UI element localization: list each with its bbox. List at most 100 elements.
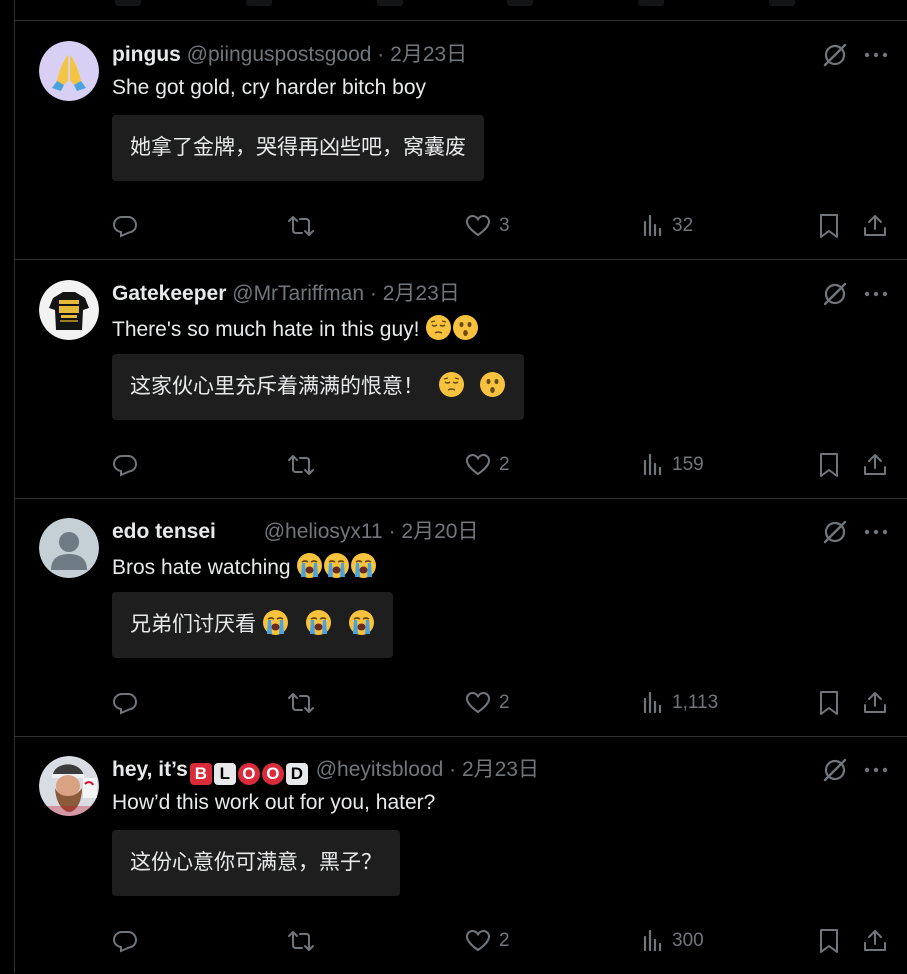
views-button[interactable]: 300 <box>642 925 704 957</box>
grok-icon[interactable] <box>821 756 849 784</box>
relieved-face-emoji <box>438 372 464 397</box>
repost-button[interactable] <box>287 687 315 719</box>
post-header: hey, it’s BLOOD @heyitsblood · 2月23日 <box>112 757 539 785</box>
like-icon <box>465 691 491 714</box>
separator: · <box>369 282 377 305</box>
post-text: How’d this work out for you, hater? <box>112 790 435 816</box>
share-button[interactable] <box>862 687 888 719</box>
repost-icon <box>288 693 314 713</box>
post-header: edo tensei @heliosyx11 · 2月20日 <box>112 519 478 545</box>
translation-text: 兄弟们讨厌看 <box>130 613 256 636</box>
repost-button[interactable] <box>287 925 315 957</box>
avatar[interactable] <box>39 280 99 340</box>
like-icon <box>465 453 491 476</box>
reply-post[interactable]: Gatekeeper @MrTariffman · 2月23日 There's … <box>15 260 907 499</box>
like-icon <box>465 929 491 952</box>
views-icon <box>643 214 662 237</box>
display-name[interactable]: edo tensei <box>112 520 216 543</box>
loudly-crying-face-emoji <box>262 610 288 635</box>
share-button[interactable] <box>862 449 888 481</box>
like-count: 2 <box>499 930 510 951</box>
translation-box: 这家伙心里充斥着满满的恨意！ <box>112 354 524 420</box>
translation-text: 这份心意你可满意，黑子？ <box>130 851 382 874</box>
view-count: 159 <box>672 454 704 475</box>
loudly-crying-face-emoji <box>305 610 331 635</box>
repost-icon <box>288 931 314 951</box>
timeline: pingus @piinguspostsgood · 2月23日 She got… <box>14 0 907 973</box>
post-date[interactable]: 2月20日 <box>401 520 478 543</box>
post-date[interactable]: 2月23日 <box>383 282 460 305</box>
bookmark-icon <box>820 691 838 715</box>
reply-button[interactable] <box>112 449 138 481</box>
views-button[interactable]: 32 <box>642 210 693 242</box>
reply-button[interactable] <box>112 210 138 242</box>
bookmark-button[interactable] <box>817 687 841 719</box>
post-header: Gatekeeper @MrTariffman · 2月23日 <box>112 281 460 307</box>
grok-icon[interactable] <box>821 280 849 308</box>
grok-icon[interactable] <box>821 41 849 69</box>
display-name[interactable]: Gatekeeper <box>112 282 226 305</box>
share-icon <box>864 930 886 951</box>
share-button[interactable] <box>862 210 888 242</box>
user-handle[interactable]: @heliosyx11 <box>264 520 383 543</box>
post-header: pingus @piinguspostsgood · 2月23日 <box>112 42 467 68</box>
avatar[interactable] <box>39 518 99 578</box>
letter-badge: L <box>213 763 236 785</box>
more-icon[interactable] <box>863 280 889 308</box>
bookmark-button[interactable] <box>817 925 841 957</box>
reply-post[interactable]: pingus @piinguspostsgood · 2月23日 She got… <box>15 21 907 260</box>
post-text: She got gold, cry harder bitch boy <box>112 75 426 101</box>
view-count: 1,113 <box>672 692 719 713</box>
like-button[interactable]: 2 <box>465 449 510 481</box>
reply-button[interactable] <box>112 687 138 719</box>
like-icon <box>465 214 491 237</box>
reply-post[interactable]: edo tensei @heliosyx11 · 2月20日 Bros hate… <box>15 498 907 737</box>
bookmark-icon <box>820 929 838 953</box>
user-handle[interactable]: @piinguspostsgood <box>187 43 372 66</box>
obscured-name-part <box>216 521 258 541</box>
translation-box: 她拿了金牌，哭得再凶些吧，窝囊废 <box>112 115 484 181</box>
like-button[interactable]: 3 <box>465 210 510 242</box>
avatar[interactable] <box>39 756 99 816</box>
views-button[interactable]: 1,113 <box>642 687 718 719</box>
like-count: 2 <box>499 454 510 475</box>
repost-icon <box>288 216 314 236</box>
reply-icon <box>112 693 138 715</box>
user-handle[interactable]: @MrTariffman <box>232 282 364 305</box>
more-icon[interactable] <box>863 41 889 69</box>
view-count: 32 <box>672 215 694 236</box>
like-count: 3 <box>499 215 510 236</box>
share-icon <box>864 692 886 713</box>
like-button[interactable]: 2 <box>465 687 510 719</box>
avatar[interactable] <box>39 41 99 101</box>
post-date[interactable]: 2月23日 <box>390 43 467 66</box>
post-date[interactable]: 2月23日 <box>462 758 539 781</box>
bookmark-button[interactable] <box>817 449 841 481</box>
translation-box: 兄弟们讨厌看 <box>112 592 393 658</box>
reply-icon <box>112 455 138 477</box>
translation-box: 这份心意你可满意，黑子？ <box>112 830 400 896</box>
hushed-face-emoji <box>453 315 479 340</box>
user-handle[interactable]: @heyitsblood <box>316 758 444 781</box>
like-button[interactable]: 2 <box>465 925 510 957</box>
grok-icon[interactable] <box>821 518 849 546</box>
reply-icon <box>112 216 138 238</box>
separator: · <box>388 520 396 543</box>
loudly-crying-face-emoji <box>297 553 323 578</box>
translation-text: 这家伙心里充斥着满满的恨意！ <box>130 375 424 398</box>
share-button[interactable] <box>862 925 888 957</box>
repost-button[interactable] <box>287 210 315 242</box>
blood-letter-badges: BLOOD <box>189 763 308 785</box>
loudly-crying-face-emoji <box>324 553 350 578</box>
views-button[interactable]: 159 <box>642 449 704 481</box>
bookmark-button[interactable] <box>817 210 841 242</box>
repost-button[interactable] <box>287 449 315 481</box>
display-name[interactable]: pingus <box>112 43 181 66</box>
reply-post[interactable]: hey, it’s BLOOD @heyitsblood · 2月23日 How… <box>15 736 907 974</box>
reply-button[interactable] <box>112 925 138 957</box>
display-name[interactable]: hey, it’s <box>112 758 188 781</box>
post-text-content: How’d this work out for you, hater? <box>112 791 436 814</box>
more-icon[interactable] <box>863 518 889 546</box>
views-icon <box>643 453 662 476</box>
more-icon[interactable] <box>863 756 889 784</box>
